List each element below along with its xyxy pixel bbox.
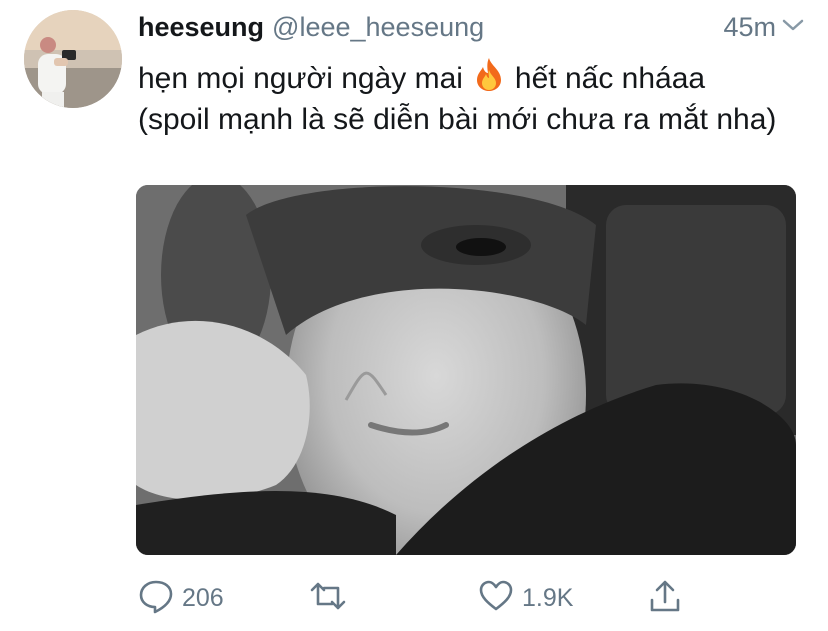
- share-upload-icon: [648, 578, 682, 619]
- portrait-photo: [136, 185, 796, 555]
- tweet-photo[interactable]: [136, 185, 796, 555]
- tweet-time[interactable]: 45m: [723, 12, 776, 43]
- avatar-photo: [24, 10, 122, 108]
- reply-button[interactable]: 206: [138, 576, 224, 620]
- like-button[interactable]: 1.9K: [478, 576, 573, 620]
- speech-bubble-icon: [138, 578, 174, 619]
- time-group: 45m: [723, 12, 804, 43]
- reply-count: 206: [182, 583, 224, 612]
- avatar[interactable]: [24, 10, 122, 108]
- like-count: 1.9K: [522, 583, 574, 612]
- fire-emoji-icon: [473, 56, 505, 101]
- author-handle[interactable]: @leee_heeseung: [272, 12, 484, 43]
- tweet-actions: 206 1.9K: [138, 576, 798, 620]
- retweet-arrows-icon: [308, 578, 348, 619]
- tweet-text: hẹn mọi người ngày mai hết nấc nháaa (sp…: [138, 56, 778, 138]
- tweet-header: heeseung @leee_heeseung 45m: [138, 12, 804, 46]
- retweet-button[interactable]: [308, 576, 348, 620]
- chevron-down-icon[interactable]: [782, 18, 804, 37]
- share-button[interactable]: [648, 576, 682, 620]
- author-name[interactable]: heeseung: [138, 12, 264, 43]
- heart-icon: [478, 578, 514, 619]
- tweet-text-part1: hẹn mọi người ngày mai: [138, 62, 463, 95]
